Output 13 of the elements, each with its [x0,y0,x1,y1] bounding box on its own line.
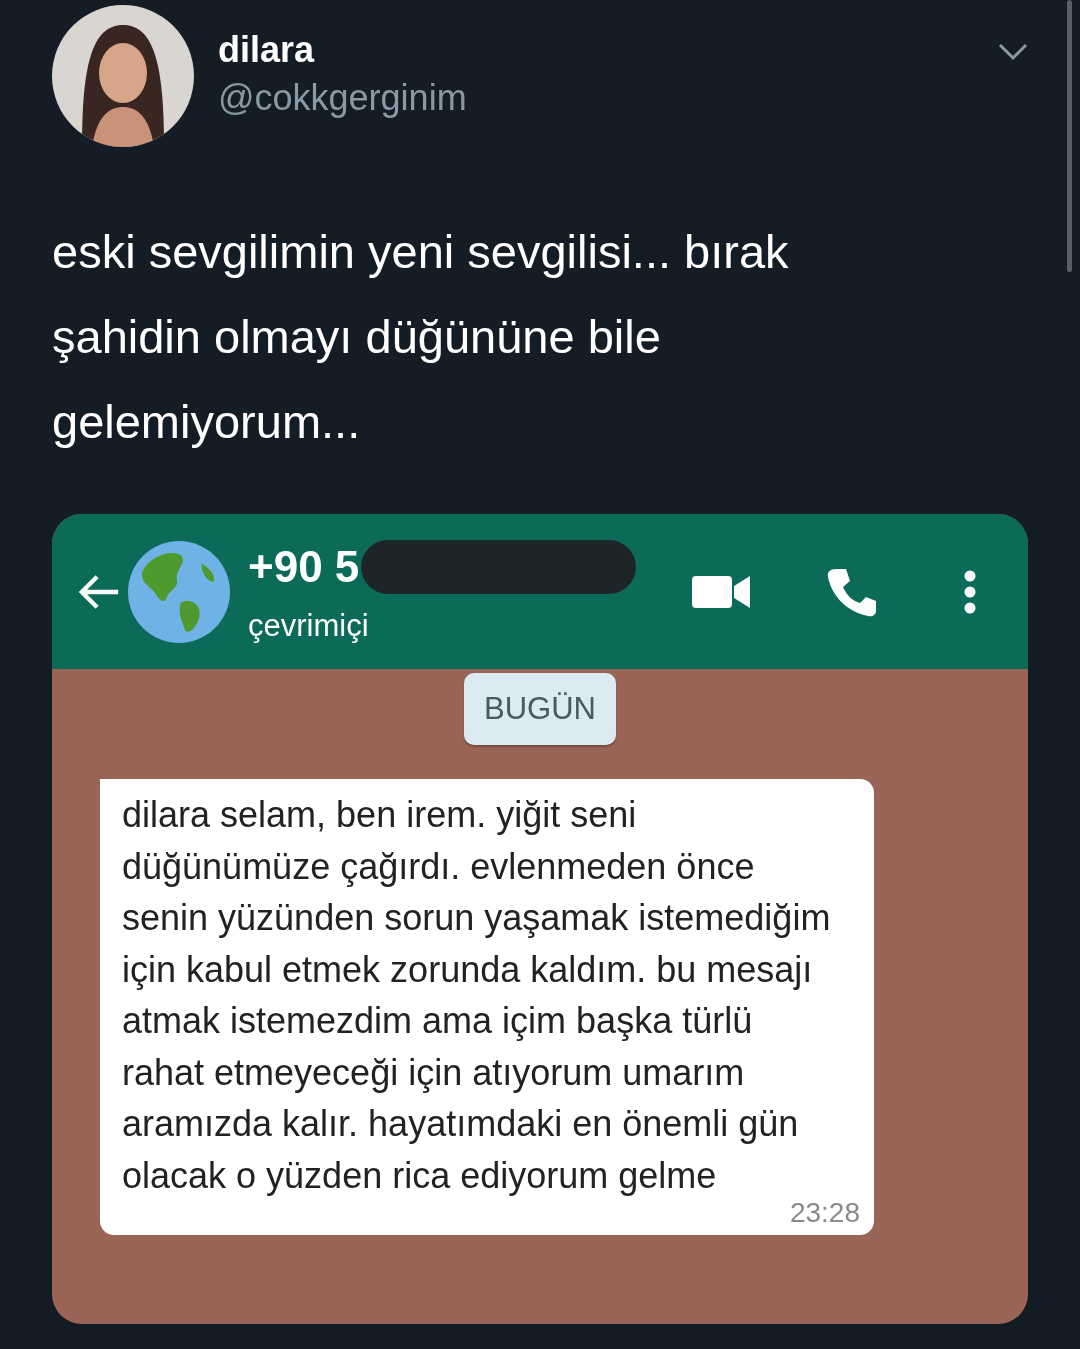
more-options-icon[interactable] [964,569,976,614]
contact-number: +90 5 [248,541,360,592]
user-handle: @cokkgerginim [218,77,467,119]
date-chip: BUGÜN [464,673,616,745]
user-name: dilara [218,29,316,71]
message-text: dilara selam, ben irem. yiğit seni düğünümüze çağırdı. evlenmeden önce senin yüzünden sorun yaşamak istemediğim için kabul etmek zorunda kaldım. bu mesajı atmak istemezdim ama içim başka türlü rahat etmeyeceği için atıyorum umarım aramızda kalır. hayatımdaki en önemli gün olacak o yüzden rica ediyorum gelme [122,793,832,1198]
online-status: çevrimiçi [248,607,370,644]
chevron-down-icon[interactable] [998,43,1028,61]
video-camera-icon[interactable] [692,573,750,610]
globe-icon [128,540,230,643]
tweet-text: eski sevgilimin yeni sevgilisi... bırak şahidin olmayı düğününe bile gelemiyorum... [52,224,790,450]
phone-icon[interactable] [826,566,876,617]
message-time: 23:28 [789,1197,860,1229]
